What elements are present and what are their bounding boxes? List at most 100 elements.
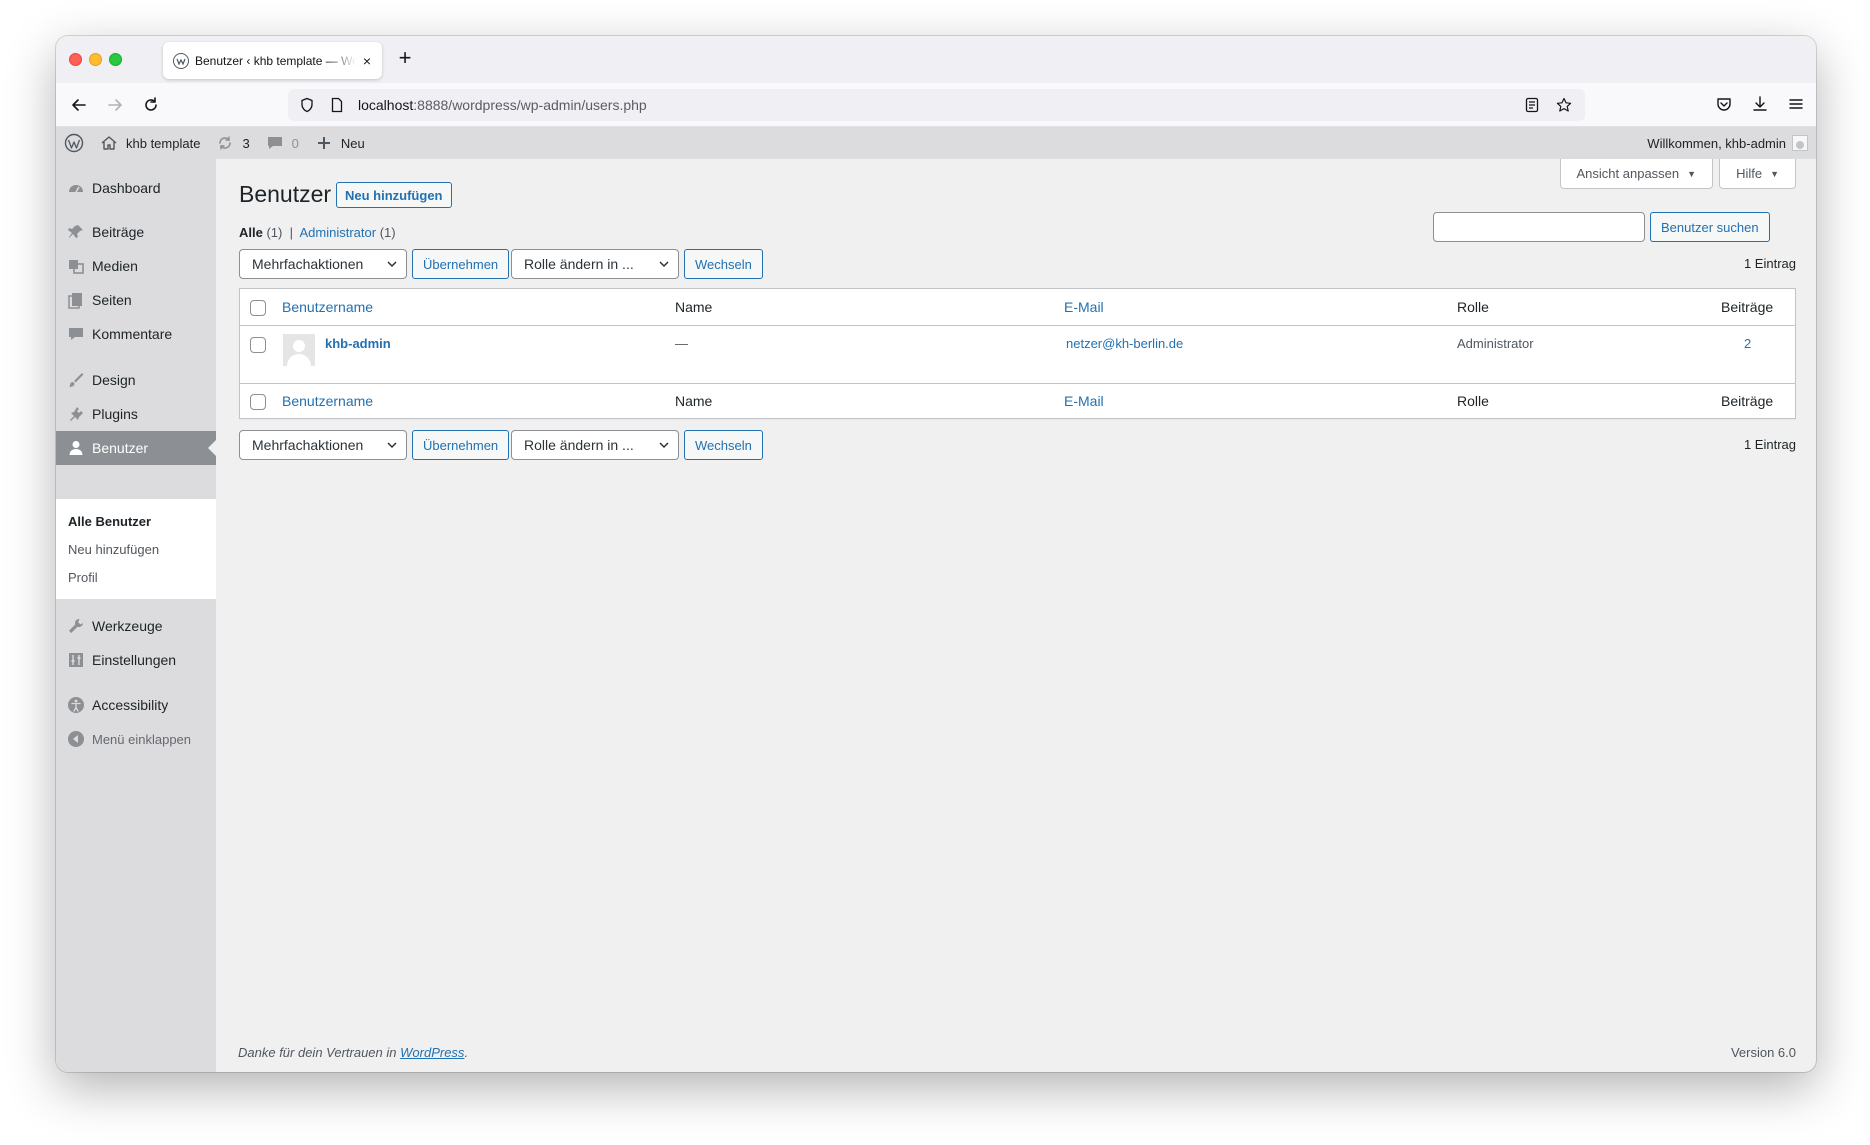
change-role-button-top[interactable]: Wechseln xyxy=(684,249,763,279)
menu-item-accessibility[interactable]: Accessibility xyxy=(56,688,216,722)
download-icon[interactable] xyxy=(1750,94,1770,114)
apply-button-top[interactable]: Übernehmen xyxy=(412,249,510,279)
reader-view-icon[interactable] xyxy=(1523,96,1541,114)
search-users-button[interactable]: Benutzer suchen xyxy=(1650,212,1770,242)
select-all-checkbox-footer[interactable] xyxy=(250,394,266,410)
user-role-cell: Administrator xyxy=(1457,336,1534,351)
footer-header-email[interactable]: E-Mail xyxy=(1064,393,1104,409)
select-all-checkbox[interactable] xyxy=(250,300,266,316)
updates-link[interactable]: 3 xyxy=(208,127,257,159)
filter-admin-count: (1) xyxy=(379,225,396,240)
url-text[interactable]: localhost:8888/wordpress/wp-admin/users.… xyxy=(358,97,647,113)
column-header-role: Rolle xyxy=(1457,299,1489,315)
url-host: localhost xyxy=(358,97,414,113)
menu-label: Kommentare xyxy=(92,326,173,342)
plug-icon xyxy=(66,404,86,424)
page-title: Benutzer xyxy=(239,181,332,207)
new-label: Neu xyxy=(340,135,365,151)
browser-tab[interactable]: Benutzer ‹ khb template — WordPress × xyxy=(163,42,382,79)
menu-item-plugins[interactable]: Plugins xyxy=(56,397,216,431)
updates-count: 3 xyxy=(242,135,250,151)
footer-thanks: Danke für dein Vertrauen in WordPress. xyxy=(238,1045,468,1060)
updates-icon xyxy=(219,136,232,150)
screen-options-button[interactable]: Ansicht anpassen ▼ xyxy=(1559,159,1714,189)
url-bar[interactable]: localhost:8888/wordpress/wp-admin/users.… xyxy=(288,89,1585,121)
menu-label: Design xyxy=(92,372,136,388)
greeting: Willkommen, khb-admin xyxy=(1647,135,1786,151)
site-name-link[interactable]: khb template xyxy=(92,127,208,159)
close-window-button[interactable] xyxy=(69,53,82,66)
chevron-down-icon xyxy=(387,261,397,268)
reload-icon[interactable] xyxy=(140,94,162,116)
url-path: :8888/wordpress/wp-admin/users.php xyxy=(413,97,647,113)
menu-item-settings[interactable]: Einstellungen xyxy=(56,643,216,677)
menu-item-comments[interactable]: Kommentare xyxy=(56,317,216,351)
page-icon xyxy=(328,96,346,114)
bulk-actions-select-top[interactable]: Mehrfachaktionen xyxy=(239,249,407,279)
submenu-add-new[interactable]: Neu hinzufügen xyxy=(56,535,216,563)
apply-button-bottom[interactable]: Übernehmen xyxy=(412,430,510,460)
user-role-filters: Alle (1) | Administrator (1) xyxy=(239,225,396,240)
new-tab-button[interactable]: + xyxy=(394,47,416,70)
help-label: Hilfe xyxy=(1736,166,1763,181)
user-search-input[interactable] xyxy=(1433,212,1645,242)
menu-item-design[interactable]: Design xyxy=(56,363,216,397)
home-icon xyxy=(101,136,117,150)
new-content-link[interactable]: Neu xyxy=(307,127,373,159)
change-role-select-top[interactable]: Rolle ändern in ... xyxy=(511,249,679,279)
menu-item-users[interactable]: Benutzer xyxy=(56,431,216,465)
footer-header-username[interactable]: Benutzername xyxy=(282,393,373,409)
bookmark-star-icon[interactable] xyxy=(1555,96,1573,114)
submenu-profile[interactable]: Profil xyxy=(56,563,216,591)
menu-label: Einstellungen xyxy=(92,652,177,668)
table-header-row: Benutzername Name E-Mail Rolle Beiträge xyxy=(240,289,1795,326)
pin-icon xyxy=(66,222,86,242)
shield-icon[interactable] xyxy=(298,96,316,114)
browser-window: Benutzer ‹ khb template — WordPress × + … xyxy=(56,36,1816,1072)
back-arrow-icon[interactable] xyxy=(68,94,90,116)
menu-label: Beiträge xyxy=(92,224,145,240)
menu-item-dashboard[interactable]: Dashboard xyxy=(56,171,216,205)
forward-arrow-icon[interactable] xyxy=(104,94,126,116)
comment-bubble-icon xyxy=(267,137,282,149)
wordpress-link[interactable]: WordPress xyxy=(400,1045,464,1060)
footer-header-role: Rolle xyxy=(1457,393,1489,409)
menu-item-posts[interactable]: Beiträge xyxy=(56,215,216,249)
admin-menu: Dashboard Beiträge Medien Seiten Komment… xyxy=(56,159,216,1072)
help-button[interactable]: Hilfe ▼ xyxy=(1719,159,1796,189)
change-role-select-bottom[interactable]: Rolle ändern in ... xyxy=(511,430,679,460)
collapse-icon xyxy=(66,729,86,749)
pocket-icon[interactable] xyxy=(1714,94,1734,114)
triangle-down-icon: ▼ xyxy=(1687,168,1697,179)
add-new-user-button[interactable]: Neu hinzufügen xyxy=(336,182,452,208)
row-checkbox[interactable] xyxy=(250,337,266,353)
footer-thanks-text: Danke für dein Vertrauen in xyxy=(238,1045,397,1060)
site-name: khb template xyxy=(126,135,201,151)
submenu-all-users[interactable]: Alle Benutzer xyxy=(56,507,216,535)
dashboard-icon xyxy=(66,178,86,198)
collapse-menu-button[interactable]: Menü einklappen xyxy=(56,722,216,756)
tab-close-icon[interactable]: × xyxy=(360,54,374,68)
menu-item-tools[interactable]: Werkzeuge xyxy=(56,609,216,643)
filter-administrator[interactable]: Administrator xyxy=(300,225,377,240)
footer-header-name: Name xyxy=(675,393,713,409)
bulk-actions-select-bottom[interactable]: Mehrfachaktionen xyxy=(239,430,407,460)
zoom-window-button[interactable] xyxy=(109,53,122,66)
comments-link[interactable]: 0 xyxy=(258,127,307,159)
username-link[interactable]: khb-admin xyxy=(325,336,391,351)
my-account-link[interactable]: Willkommen, khb-admin xyxy=(1639,127,1816,159)
minimize-window-button[interactable] xyxy=(89,53,102,66)
change-role-button-bottom[interactable]: Wechseln xyxy=(684,430,763,460)
menu-item-media[interactable]: Medien xyxy=(56,249,216,283)
column-header-username[interactable]: Benutzername xyxy=(282,299,373,315)
column-header-email[interactable]: E-Mail xyxy=(1064,299,1104,315)
menu-label: Medien xyxy=(92,258,138,274)
menu-label: Menü einklappen xyxy=(92,731,192,747)
menu-item-pages[interactable]: Seiten xyxy=(56,283,216,317)
hamburger-menu-icon[interactable] xyxy=(1786,94,1806,114)
wordpress-logo-icon[interactable] xyxy=(56,127,92,159)
filter-all[interactable]: Alle xyxy=(239,225,263,240)
item-count-top: 1 Eintrag xyxy=(1743,256,1796,271)
user-posts-link[interactable]: 2 xyxy=(1744,336,1751,351)
user-email-link[interactable]: netzer@kh-berlin.de xyxy=(1066,336,1183,351)
